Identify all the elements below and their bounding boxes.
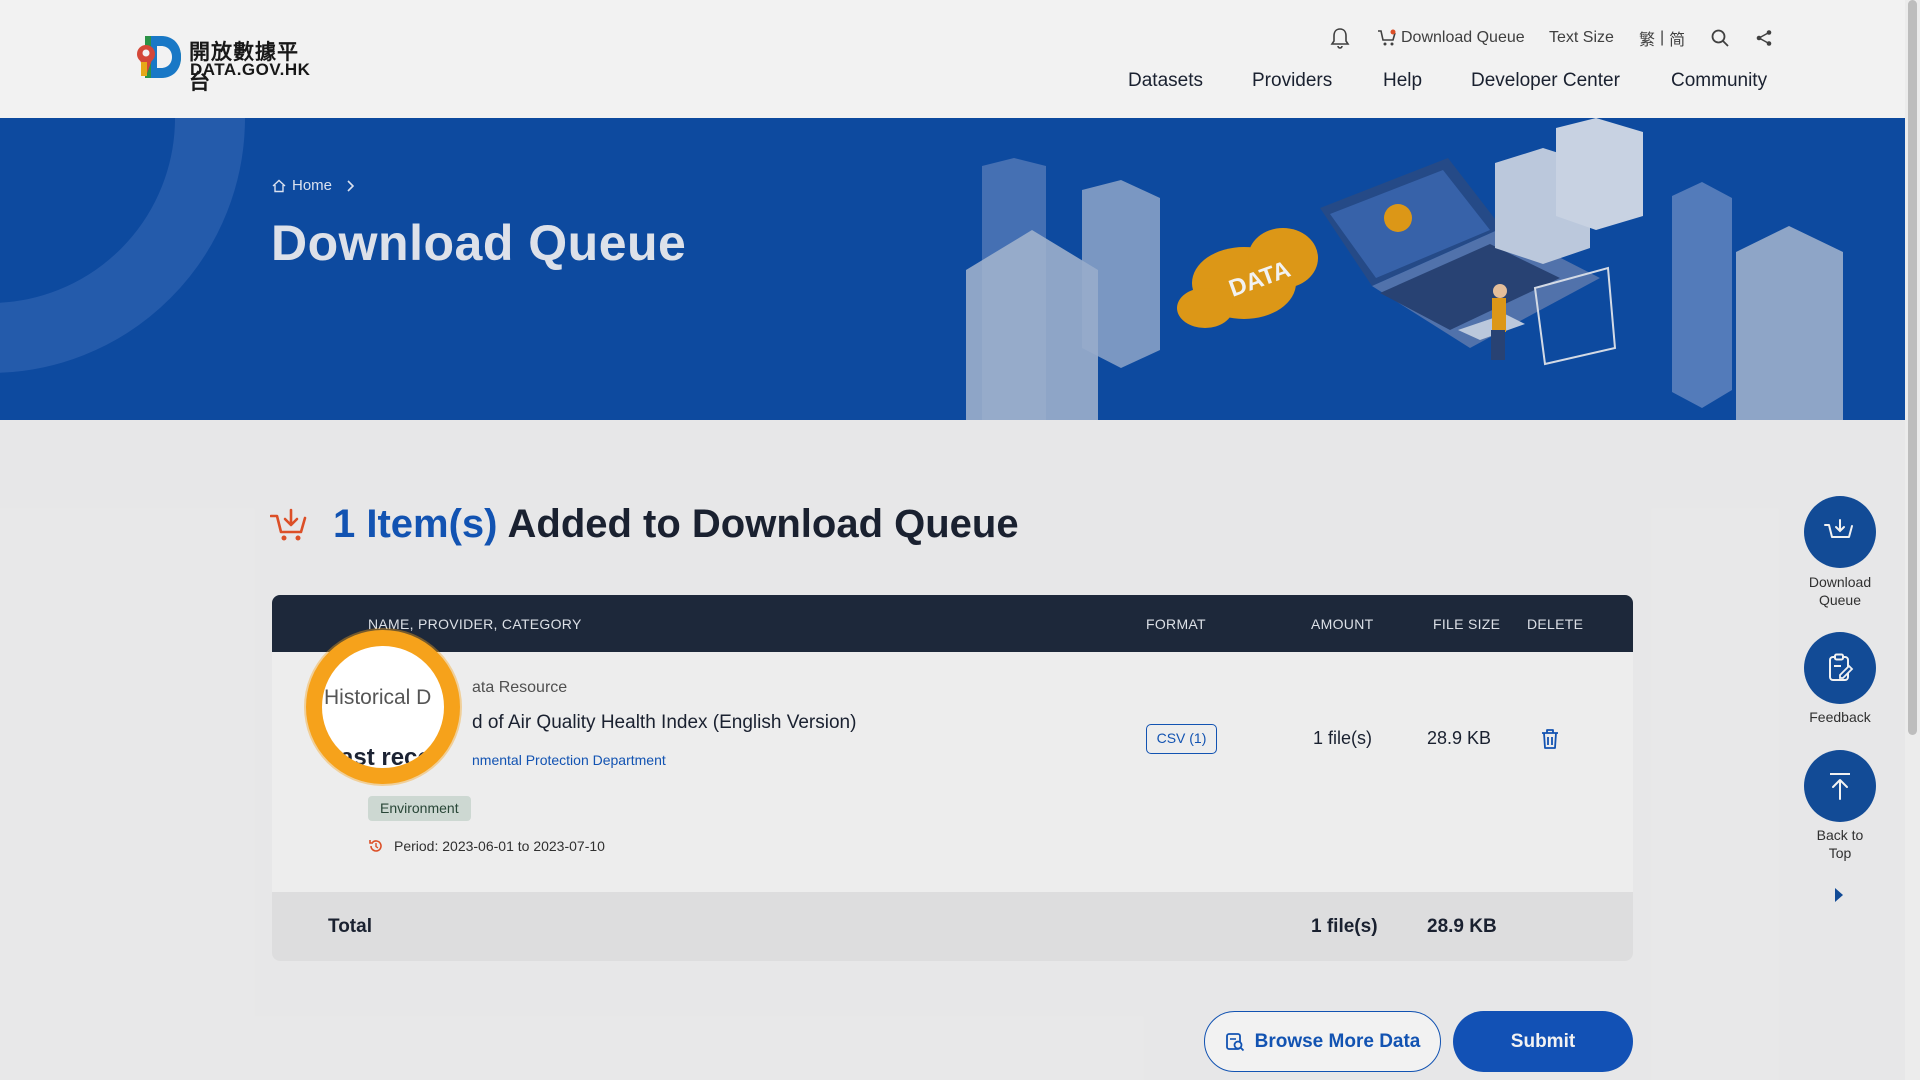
nav-datasets[interactable]: Datasets [1128, 70, 1203, 92]
side-download-queue-line1: Download [1808, 574, 1872, 590]
dataset-title[interactable]: d of Air Quality Health Index (English V… [472, 712, 856, 734]
browse-more-data-label: Browse More Data [1254, 1030, 1421, 1052]
queue-heading: 1 Item(s) Added to Download Queue [270, 502, 1019, 547]
dataset-provider[interactable]: nmental Protection Department [472, 752, 666, 768]
browse-more-data-button[interactable]: Browse More Data [1204, 1011, 1441, 1072]
back-to-top-line2: Top [1828, 845, 1852, 861]
page-banner: DATA Home Download Queue [0, 118, 1905, 420]
caret-right-icon[interactable] [1834, 887, 1844, 903]
col-amount: AMOUNT [1311, 616, 1374, 632]
back-to-top-label: Back to Top [1780, 826, 1900, 862]
col-delete: DELETE [1527, 616, 1584, 632]
site-logo[interactable]: 開放數據平台 DATA.GOV.HK [133, 30, 311, 94]
bell-icon [1330, 28, 1350, 49]
cart-download-icon [1378, 29, 1396, 46]
table-header: NAME, PROVIDER, CATEGORY FORMAT AMOUNT F… [272, 595, 1633, 652]
logo-text-en: DATA.GOV.HK [190, 60, 311, 79]
text-size-label: Text Size [1549, 29, 1614, 46]
home-icon [272, 179, 286, 192]
magnified-dataset-title: Past reco [324, 744, 433, 771]
trash-icon[interactable] [1540, 728, 1560, 750]
format-badge[interactable]: CSV (1) [1146, 724, 1217, 754]
breadcrumb: Home [272, 177, 355, 194]
side-download-queue-line2: Queue [1818, 592, 1862, 608]
cart-download-icon [1824, 519, 1853, 538]
total-file-size: 28.9 KB [1427, 916, 1497, 937]
logo-mark-icon [137, 36, 181, 78]
share-button[interactable] [1755, 27, 1773, 49]
nav-community[interactable]: Community [1671, 70, 1767, 92]
side-feedback-label: Feedback [1809, 709, 1871, 725]
history-icon [369, 840, 382, 852]
chevron-right-icon [347, 179, 355, 192]
side-download-queue-label: Download Queue [1780, 573, 1900, 609]
total-amount: 1 file(s) [1311, 916, 1378, 937]
submit-label: Submit [1510, 1030, 1576, 1052]
lang-simplified[interactable]: 简 [1669, 26, 1685, 50]
site-header: 開放數據平台 DATA.GOV.HK Download Queue Text S… [0, 0, 1905, 118]
side-download-queue-button[interactable] [1804, 496, 1876, 568]
notifications-button[interactable] [1330, 27, 1350, 49]
nav-developer-center[interactable]: Developer Center [1471, 70, 1620, 92]
lang-separator: | [1660, 29, 1665, 46]
cart-download-icon [270, 508, 307, 540]
magnifier-spotlight: Historical D Past reco [306, 630, 460, 784]
search-button[interactable] [1711, 27, 1729, 49]
magnified-resource-type: Historical D [324, 686, 432, 709]
queue-heading-text: Added to Download Queue [507, 502, 1019, 546]
row-file-size: 28.9 KB [1427, 728, 1492, 748]
browse-data-icon [1225, 1032, 1244, 1051]
share-icon [1756, 30, 1772, 46]
back-to-top-button[interactable] [1804, 750, 1876, 822]
nav-help[interactable]: Help [1383, 70, 1422, 92]
category-tag[interactable]: Environment [368, 796, 471, 821]
breadcrumb-home[interactable]: Home [292, 177, 332, 194]
side-feedback-button[interactable] [1804, 632, 1876, 704]
col-format: FORMAT [1146, 616, 1206, 632]
nav-providers[interactable]: Providers [1252, 70, 1332, 92]
arrow-up-icon [1830, 773, 1850, 800]
feedback-icon [1829, 653, 1854, 681]
text-size-button[interactable]: Text Size [1549, 27, 1614, 49]
col-file-size: FILE SIZE [1433, 616, 1501, 632]
language-switch: 繁 | 简 [1639, 27, 1685, 49]
scrollbar-thumb[interactable] [1908, 0, 1917, 735]
table-row: ata Resource d of Air Quality Health Ind… [272, 652, 1633, 892]
download-queue-table: NAME, PROVIDER, CATEGORY FORMAT AMOUNT F… [272, 595, 1633, 961]
resource-type: ata Resource [472, 679, 568, 696]
submit-button[interactable]: Submit [1453, 1011, 1633, 1072]
row-amount: 1 file(s) [1313, 728, 1373, 748]
period-text: Period: 2023-06-01 to 2023-07-10 [394, 838, 605, 854]
total-label: Total [328, 916, 372, 937]
page-title: Download Queue [271, 215, 687, 271]
lang-traditional[interactable]: 繁 [1639, 26, 1655, 50]
download-queue-label: Download Queue [1401, 29, 1525, 46]
header-download-queue-link[interactable]: Download Queue [1377, 27, 1525, 49]
period-info: Period: 2023-06-01 to 2023-07-10 [368, 838, 605, 854]
total-row: Total 1 file(s) 28.9 KB [272, 892, 1633, 961]
search-icon [1711, 29, 1729, 47]
col-name: NAME, PROVIDER, CATEGORY [368, 616, 582, 632]
back-to-top-line1: Back to [1816, 827, 1864, 843]
queue-count: 1 Item(s) [333, 502, 498, 546]
